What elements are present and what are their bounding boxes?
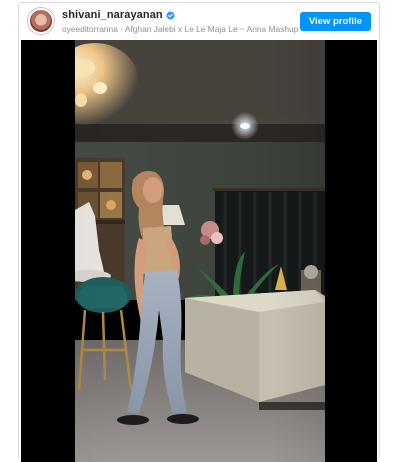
audio-attribution[interactable]: oyeeditorranna · Afghan Jalebi x Le Le M… [62,24,300,34]
username-row: shivani_narayanan [62,8,300,22]
verified-badge-icon [166,10,175,20]
instagram-embed-card: shivani_narayanan oyeeditorranna · Afgha… [18,2,380,462]
post-media[interactable] [21,40,377,462]
post-header: shivani_narayanan oyeeditorranna · Afgha… [19,3,379,39]
avatar[interactable] [28,8,54,34]
video-frame [75,40,325,462]
view-profile-button[interactable]: View profile [299,11,371,31]
username[interactable]: shivani_narayanan [62,9,163,21]
user-info: shivani_narayanan oyeeditorranna · Afgha… [62,8,300,34]
